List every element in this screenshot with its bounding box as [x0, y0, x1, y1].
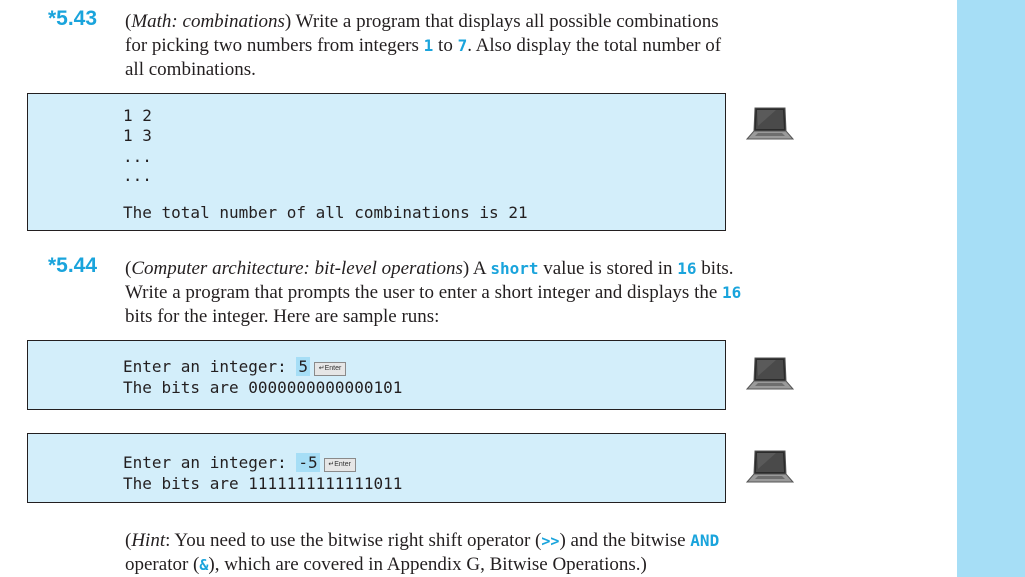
console-1-line-2: 1 3	[123, 126, 152, 145]
console-1-line-1: 1 2	[123, 106, 152, 125]
hint-label: Hint	[131, 530, 166, 551]
laptop-icon	[746, 450, 794, 483]
console-1-line-4: ...	[123, 166, 152, 185]
sample-output-console-1: 1 2 1 3 ... ... The total number of all …	[27, 93, 726, 231]
laptop-icon	[746, 357, 794, 390]
console-2-user-input: 5	[296, 357, 311, 376]
range-high-value: 7	[457, 36, 468, 55]
hint-text-2a: operator (	[125, 554, 200, 575]
hint-line-1: (Hint: You need to use the bitwise right…	[125, 530, 720, 551]
exercise-5-44-topic: Computer architecture: bit-level operati…	[131, 258, 463, 279]
bits-count-2: 16	[722, 283, 742, 302]
exercise-5-43-topic: Math: combinations	[131, 11, 285, 32]
console-3-user-input: -5	[296, 453, 320, 472]
range-low-value: 1	[423, 36, 434, 55]
exercise-5-44-text: (Computer architecture: bit-level operat…	[125, 257, 745, 329]
console-1-total-line: The total number of all combinations is …	[123, 203, 528, 222]
console-3-prompt-line: Enter an integer: -5 ↵Enter	[123, 453, 356, 473]
right-shift-operator: >>	[541, 532, 560, 550]
exercise-5-44-text-1b: value is stored in	[538, 258, 678, 279]
enter-key-icon: ↵Enter	[323, 458, 356, 472]
exercise-5-43-text-2b: to	[433, 35, 458, 56]
keyword-short: short	[490, 259, 539, 278]
enter-key-icon: ↵Enter	[314, 362, 347, 376]
exercise-5-43-text: (Math: combinations) Write a program tha…	[125, 10, 745, 82]
page-side-band	[957, 0, 1025, 577]
bits-count: 16	[677, 259, 697, 278]
exercise-number-5-44: *5.44	[48, 254, 98, 277]
sample-run-console-1: Enter an integer: 5 ↵Enter The bits are 0…	[27, 340, 726, 410]
laptop-icon	[746, 107, 794, 140]
hint-paragraph: (Hint: You need to use the bitwise right…	[125, 529, 745, 577]
exercise-5-43-line-1: (Math: combinations) Write a program tha…	[125, 11, 719, 32]
exercise-5-44-line-2: Write a program that prompts the user to…	[125, 281, 745, 305]
exercise-5-44-text-1a: A	[469, 258, 491, 279]
hint-line-2: operator (&), which are covered in Appen…	[125, 553, 745, 577]
exercise-5-43-text-2a: for picking two numbers from integers	[125, 35, 424, 56]
console-1-line-3: ...	[123, 147, 152, 166]
exercise-5-44-text-1c: bits.	[696, 258, 734, 279]
hint-text-1b: ) and the bitwise	[559, 530, 691, 551]
console-2-output-line: The bits are 0000000000000101	[123, 378, 403, 397]
exercise-5-43-line-3: all combinations.	[125, 59, 256, 80]
exercise-5-43-line-2: for picking two numbers from integers 1 …	[125, 34, 745, 58]
exercise-number-5-43: *5.43	[48, 7, 98, 30]
exercise-5-44-line-3: bits for the integer. Here are sample ru…	[125, 306, 440, 327]
exercise-5-43-text-2c: . Also display the total number of	[467, 35, 722, 56]
exercise-5-44-text-2a: Write a program that prompts the user to…	[125, 282, 723, 303]
hint-text-1a: : You need to use the bitwise right shif…	[165, 530, 542, 551]
keyword-and: AND	[690, 531, 720, 550]
hint-text-2b: ), which are covered in Appendix G, Bitw…	[208, 554, 647, 575]
console-2-prompt: Enter an integer:	[123, 357, 297, 376]
exercise-5-44-line-1: (Computer architecture: bit-level operat…	[125, 258, 734, 279]
exercise-5-43-text-1: Write a program that displays all possib…	[291, 11, 719, 32]
console-3-output-line: The bits are 1111111111111011	[123, 474, 403, 493]
console-3-prompt: Enter an integer:	[123, 453, 297, 472]
sample-run-console-2: Enter an integer: -5 ↵Enter The bits are …	[27, 433, 726, 503]
console-2-prompt-line: Enter an integer: 5 ↵Enter	[123, 357, 347, 377]
